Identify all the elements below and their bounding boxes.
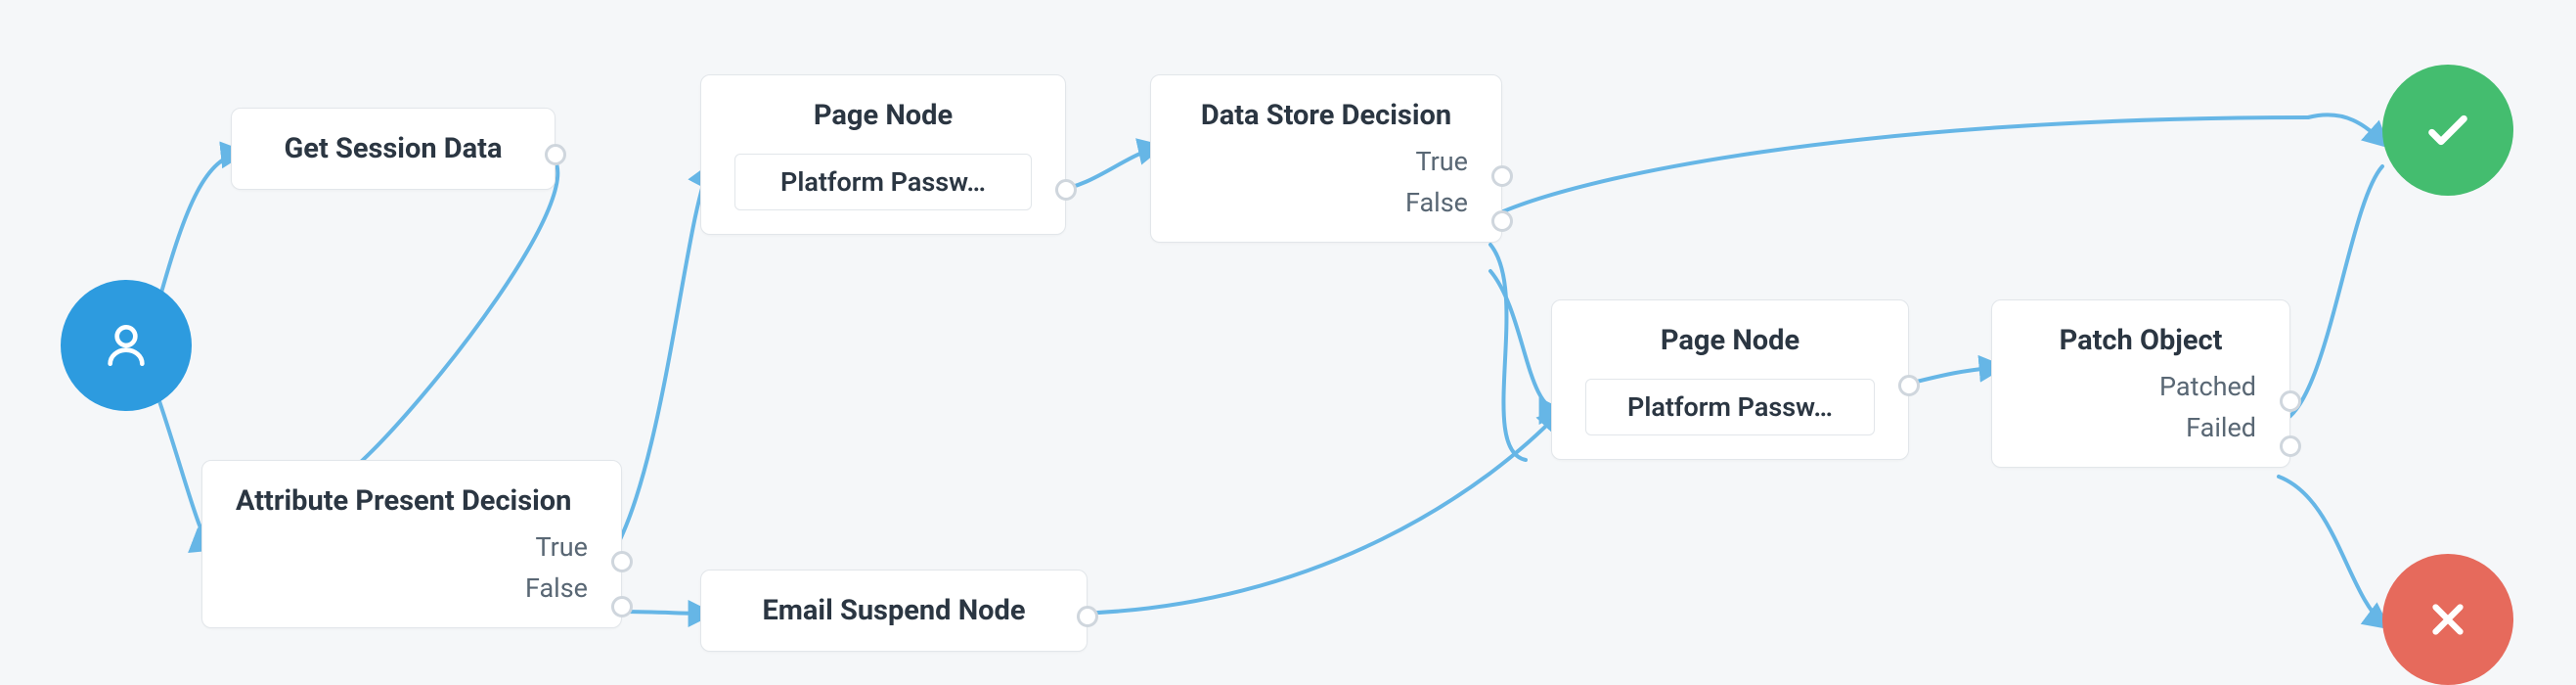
node-outputs: True False bbox=[236, 527, 588, 610]
node-sub-item[interactable]: Platform Passw… bbox=[734, 154, 1032, 210]
node-title: Data Store Decision bbox=[1184, 99, 1468, 132]
output-port-patched[interactable] bbox=[2280, 390, 2301, 412]
failure-terminal[interactable] bbox=[2382, 554, 2513, 685]
output-port-true[interactable] bbox=[1491, 165, 1513, 187]
output-port[interactable] bbox=[1077, 606, 1098, 627]
output-port[interactable] bbox=[1055, 179, 1077, 201]
start-node[interactable] bbox=[61, 280, 192, 411]
node-outputs: True False bbox=[1184, 142, 1468, 224]
node-title: Patch Object bbox=[2025, 324, 2256, 357]
output-port-false[interactable] bbox=[611, 596, 633, 617]
output-port[interactable] bbox=[545, 144, 566, 165]
output-patched-label: Patched bbox=[2025, 367, 2256, 408]
node-outputs: Patched Failed bbox=[2025, 367, 2256, 449]
node-patch-object[interactable]: Patch Object Patched Failed bbox=[1991, 299, 2290, 468]
output-true-label: True bbox=[1184, 142, 1468, 183]
node-get-session-data[interactable]: Get Session Data bbox=[231, 108, 555, 190]
output-true-label: True bbox=[236, 527, 588, 569]
node-sub-item[interactable]: Platform Passw… bbox=[1585, 379, 1875, 435]
success-terminal[interactable] bbox=[2382, 65, 2513, 196]
output-false-label: False bbox=[1184, 183, 1468, 224]
node-title: Attribute Present Decision bbox=[236, 484, 588, 518]
node-attribute-present-decision[interactable]: Attribute Present Decision True False bbox=[201, 460, 622, 628]
node-title: Email Suspend Node bbox=[734, 594, 1053, 627]
close-icon bbox=[2423, 595, 2472, 644]
output-failed-label: Failed bbox=[2025, 408, 2256, 449]
node-title: Page Node bbox=[1585, 324, 1875, 357]
person-icon bbox=[99, 318, 154, 373]
output-port-failed[interactable] bbox=[2280, 435, 2301, 457]
node-title: Get Session Data bbox=[265, 132, 521, 165]
node-email-suspend[interactable]: Email Suspend Node bbox=[700, 570, 1088, 652]
node-page-node-2[interactable]: Page Node Platform Passw… bbox=[1551, 299, 1909, 460]
output-false-label: False bbox=[236, 569, 588, 610]
node-page-node-1[interactable]: Page Node Platform Passw… bbox=[700, 74, 1066, 235]
output-port-true[interactable] bbox=[611, 551, 633, 572]
check-icon bbox=[2421, 103, 2475, 158]
output-port-false[interactable] bbox=[1491, 210, 1513, 232]
output-port[interactable] bbox=[1898, 375, 1920, 396]
node-title: Page Node bbox=[734, 99, 1032, 132]
node-data-store-decision[interactable]: Data Store Decision True False bbox=[1150, 74, 1502, 243]
flow-canvas[interactable]: Get Session Data Attribute Present Decis… bbox=[0, 0, 2576, 640]
